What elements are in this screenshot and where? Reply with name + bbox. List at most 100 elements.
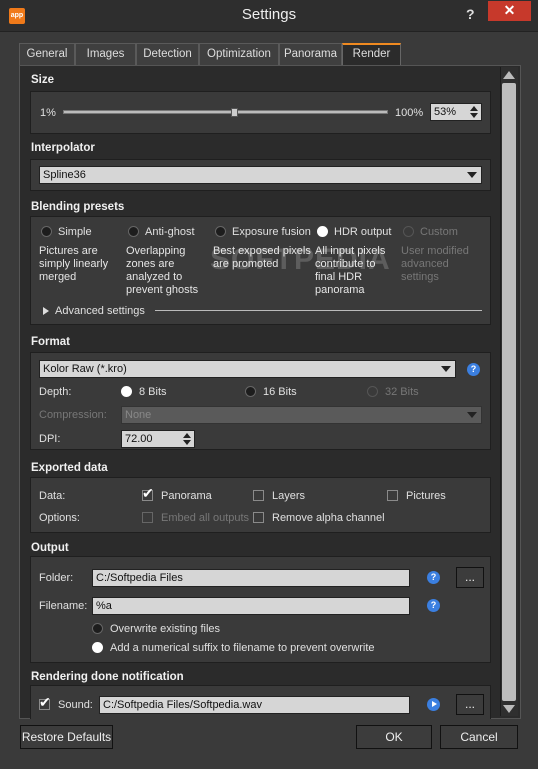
format-title: Format: [31, 336, 70, 348]
compression-dropdown[interactable]: None: [121, 406, 482, 424]
size-min-label: 1%: [40, 107, 56, 119]
help-icon[interactable]: ?: [466, 6, 475, 22]
depth-32-radio[interactable]: [367, 386, 378, 397]
embed-label[interactable]: Embed all outputs: [161, 512, 249, 524]
checkmark-icon: ✔: [39, 694, 51, 710]
play-icon[interactable]: [427, 698, 440, 711]
depth-8-radio[interactable]: [121, 386, 132, 397]
dpi-label: DPI:: [39, 433, 61, 445]
tab-general[interactable]: General: [19, 43, 75, 65]
blend-simple-radio[interactable]: [41, 226, 52, 237]
blend-custom-radio[interactable]: [403, 226, 414, 237]
size-value: 53%: [434, 106, 457, 118]
chevron-down-icon: [467, 412, 477, 418]
overwrite-radio[interactable]: [92, 623, 103, 634]
depth-16-radio[interactable]: [245, 386, 256, 397]
pictures-checkbox[interactable]: [387, 490, 398, 501]
suffix-radio[interactable]: [92, 642, 103, 653]
scroll-down-icon[interactable]: [502, 703, 516, 715]
blend-custom-label[interactable]: Custom: [420, 226, 458, 238]
filename-label: Filename:: [39, 600, 88, 612]
depth-16-label[interactable]: 16 Bits: [263, 386, 297, 398]
exported-title: Exported data: [31, 462, 108, 474]
suffix-label[interactable]: Add a numerical suffix to filename to pr…: [110, 642, 375, 654]
tab-render[interactable]: Render: [342, 43, 401, 65]
compression-label: Compression:: [39, 409, 107, 421]
expand-arrow-icon[interactable]: [43, 307, 49, 315]
filename-input[interactable]: %a: [92, 597, 410, 615]
blend-antighost-label[interactable]: Anti-ghost: [145, 226, 195, 238]
size-value-spinbox[interactable]: 53%: [430, 103, 482, 121]
panorama-label[interactable]: Panorama: [161, 490, 212, 502]
spin-arrows-icon[interactable]: [469, 105, 479, 119]
notification-box: ✔ Sound: C:/Softpedia Files/Softpedia.wa…: [30, 685, 491, 719]
format-box: Kolor Raw (*.kro) ? Depth: 8 Bits 16 Bit…: [30, 352, 491, 450]
blend-antighost-radio[interactable]: [128, 226, 139, 237]
blend-exposure-radio[interactable]: [215, 226, 226, 237]
blend-hdr-radio[interactable]: [317, 226, 328, 237]
tab-optimization[interactable]: Optimization: [199, 43, 279, 65]
interpolator-title: Interpolator: [31, 142, 95, 154]
interpolator-value: Spline36: [43, 169, 86, 181]
watermark: SOFTPEDIA: [210, 243, 391, 276]
sound-file-input[interactable]: C:/Softpedia Files/Softpedia.wav: [99, 696, 410, 714]
cancel-button[interactable]: Cancel: [440, 725, 518, 749]
notification-title: Rendering done notification: [31, 671, 184, 683]
chevron-down-icon: [441, 366, 451, 372]
layers-label[interactable]: Layers: [272, 490, 305, 502]
blend-custom-desc: User modified advanced settings: [401, 245, 469, 283]
browse-sound-button[interactable]: ...: [456, 694, 484, 715]
data-label: Data:: [39, 490, 66, 502]
render-panel: Size 1% 100% 53% Interpolator Spline36 B…: [19, 65, 521, 719]
pictures-label[interactable]: Pictures: [406, 490, 446, 502]
remove-alpha-label[interactable]: Remove alpha channel: [272, 512, 385, 524]
remove-alpha-checkbox[interactable]: [253, 512, 264, 523]
sound-checkbox[interactable]: ✔: [39, 695, 51, 710]
restore-defaults-button[interactable]: Restore Defaults: [20, 725, 113, 749]
blend-simple-desc: Pictures are simply linearly merged: [39, 245, 109, 283]
blend-exposure-label[interactable]: Exposure fusion: [232, 226, 311, 238]
close-button[interactable]: ✕: [488, 1, 531, 21]
compression-value: None: [125, 409, 152, 421]
scrollbar-thumb[interactable]: [502, 83, 516, 701]
window-title: Settings: [241, 6, 297, 23]
ok-button[interactable]: OK: [356, 725, 432, 749]
chevron-down-icon: [467, 172, 477, 178]
exported-box: Data: ✔ Panorama Layers Pictures Options…: [30, 477, 491, 533]
size-slider[interactable]: [63, 110, 388, 114]
browse-folder-button[interactable]: ...: [456, 567, 484, 588]
help-icon[interactable]: ?: [427, 571, 440, 584]
tab-detection[interactable]: Detection: [136, 43, 199, 65]
blend-antighost-desc: Overlapping zones are analyzed to prevent g…: [126, 245, 199, 296]
blend-simple-label[interactable]: Simple: [58, 226, 92, 238]
size-max-label: 100%: [395, 107, 424, 119]
blend-hdr-label[interactable]: HDR output: [334, 226, 391, 238]
tab-images[interactable]: Images: [75, 43, 136, 65]
depth-label: Depth:: [39, 386, 72, 398]
tab-panorama[interactable]: Panorama: [279, 43, 342, 65]
format-dropdown[interactable]: Kolor Raw (*.kro): [39, 360, 456, 378]
dpi-spinbox[interactable]: 72.00: [121, 430, 195, 448]
advanced-settings-toggle[interactable]: Advanced settings: [55, 305, 145, 317]
scroll-up-icon[interactable]: [502, 69, 516, 81]
divider: [155, 310, 482, 311]
size-title: Size: [31, 74, 55, 86]
folder-input[interactable]: C:/Softpedia Files: [92, 569, 410, 587]
sound-label[interactable]: Sound:: [58, 699, 93, 711]
depth-32-label[interactable]: 32 Bits: [385, 386, 419, 398]
blending-title: Blending presets: [31, 201, 125, 213]
folder-label: Folder:: [39, 572, 74, 584]
overwrite-label[interactable]: Overwrite existing files: [110, 623, 220, 635]
help-icon[interactable]: ?: [427, 599, 440, 612]
size-slider-thumb[interactable]: [231, 108, 239, 117]
layers-checkbox[interactable]: [253, 490, 264, 501]
depth-8-label[interactable]: 8 Bits: [139, 386, 167, 398]
output-title: Output: [31, 542, 69, 554]
spin-arrows-icon[interactable]: [182, 432, 192, 446]
help-icon[interactable]: ?: [467, 363, 480, 376]
interpolator-dropdown[interactable]: Spline36: [39, 166, 482, 184]
options-label: Options:: [39, 512, 80, 524]
panorama-checkbox[interactable]: ✔: [142, 486, 154, 501]
embed-checkbox[interactable]: [142, 512, 153, 523]
output-box: Folder: C:/Softpedia Files ? ... Filenam…: [30, 556, 491, 663]
